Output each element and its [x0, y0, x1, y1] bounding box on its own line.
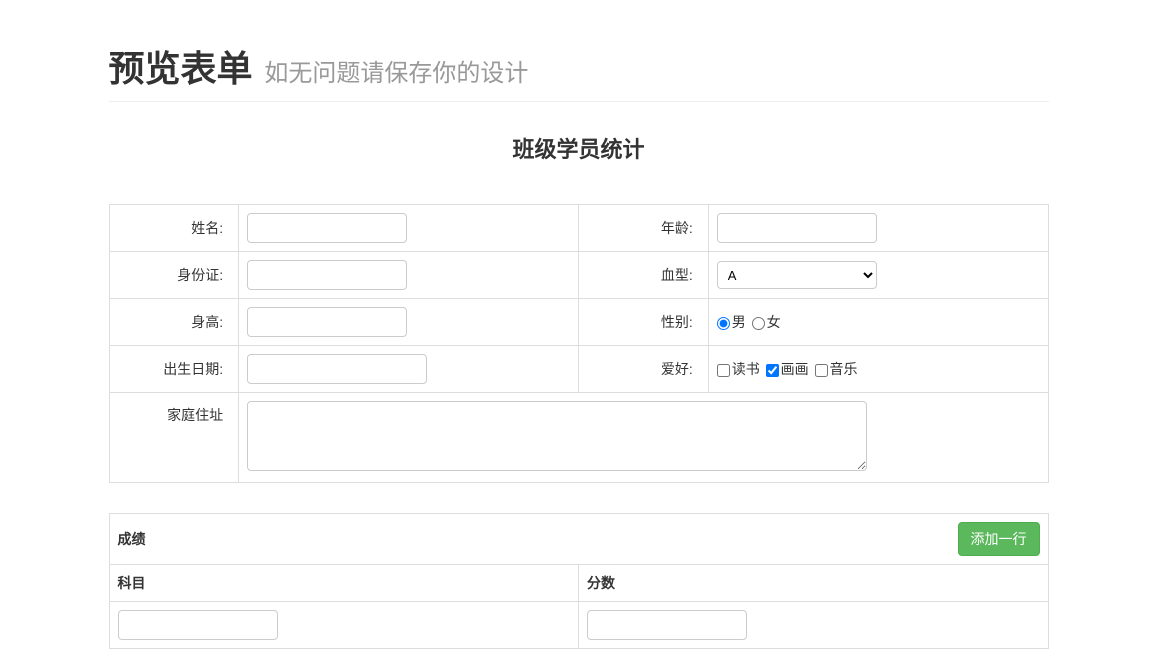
gender-radio-group: 男 女 — [717, 314, 783, 330]
hobby-option-music: 音乐 — [830, 361, 858, 377]
hobby-checkbox-music[interactable] — [815, 364, 828, 377]
gender-option-female: 女 — [767, 314, 781, 330]
name-input[interactable] — [247, 213, 407, 243]
hobby-checkbox-group: 读书 画画 音乐 — [717, 361, 860, 377]
add-row-button[interactable]: 添加一行 — [958, 522, 1040, 556]
hobby-label: 爱好: — [578, 346, 708, 393]
form-table: 姓名: 年龄: 身份证: 血型: A 身高: 性别: 男 女 — [109, 204, 1049, 483]
birthdate-input[interactable] — [247, 354, 427, 384]
idcard-input[interactable] — [247, 260, 407, 290]
address-textarea[interactable] — [247, 401, 867, 471]
form-title: 班级学员统计 — [109, 132, 1049, 164]
height-input[interactable] — [247, 307, 407, 337]
page-subtitle: 如无问题请保存你的设计 — [264, 60, 528, 87]
grades-title: 成绩 — [118, 529, 146, 549]
bloodtype-select[interactable]: A — [717, 261, 877, 289]
idcard-label: 身份证: — [109, 252, 239, 299]
grades-table: 成绩 添加一行 科目 分数 — [109, 513, 1049, 649]
name-label: 姓名: — [109, 205, 239, 252]
hobby-option-reading: 读书 — [732, 361, 760, 377]
gender-radio-male[interactable] — [717, 317, 730, 330]
gender-radio-female[interactable] — [752, 317, 765, 330]
score-input[interactable] — [587, 610, 747, 640]
table-row — [109, 602, 1048, 649]
address-label: 家庭住址 — [109, 393, 239, 483]
hobby-checkbox-reading[interactable] — [717, 364, 730, 377]
grades-col-score: 分数 — [579, 565, 1049, 602]
hobby-option-drawing: 画画 — [781, 361, 809, 377]
bloodtype-label: 血型: — [578, 252, 708, 299]
gender-option-male: 男 — [732, 314, 746, 330]
grades-col-subject: 科目 — [109, 565, 579, 602]
birthdate-label: 出生日期: — [109, 346, 239, 393]
page-title: 预览表单 — [109, 48, 253, 89]
subject-input[interactable] — [118, 610, 278, 640]
gender-label: 性别: — [578, 299, 708, 346]
age-input[interactable] — [717, 213, 877, 243]
age-label: 年龄: — [578, 205, 708, 252]
height-label: 身高: — [109, 299, 239, 346]
page-header: 预览表单 如无问题请保存你的设计 — [109, 40, 1049, 102]
hobby-checkbox-drawing[interactable] — [766, 364, 779, 377]
